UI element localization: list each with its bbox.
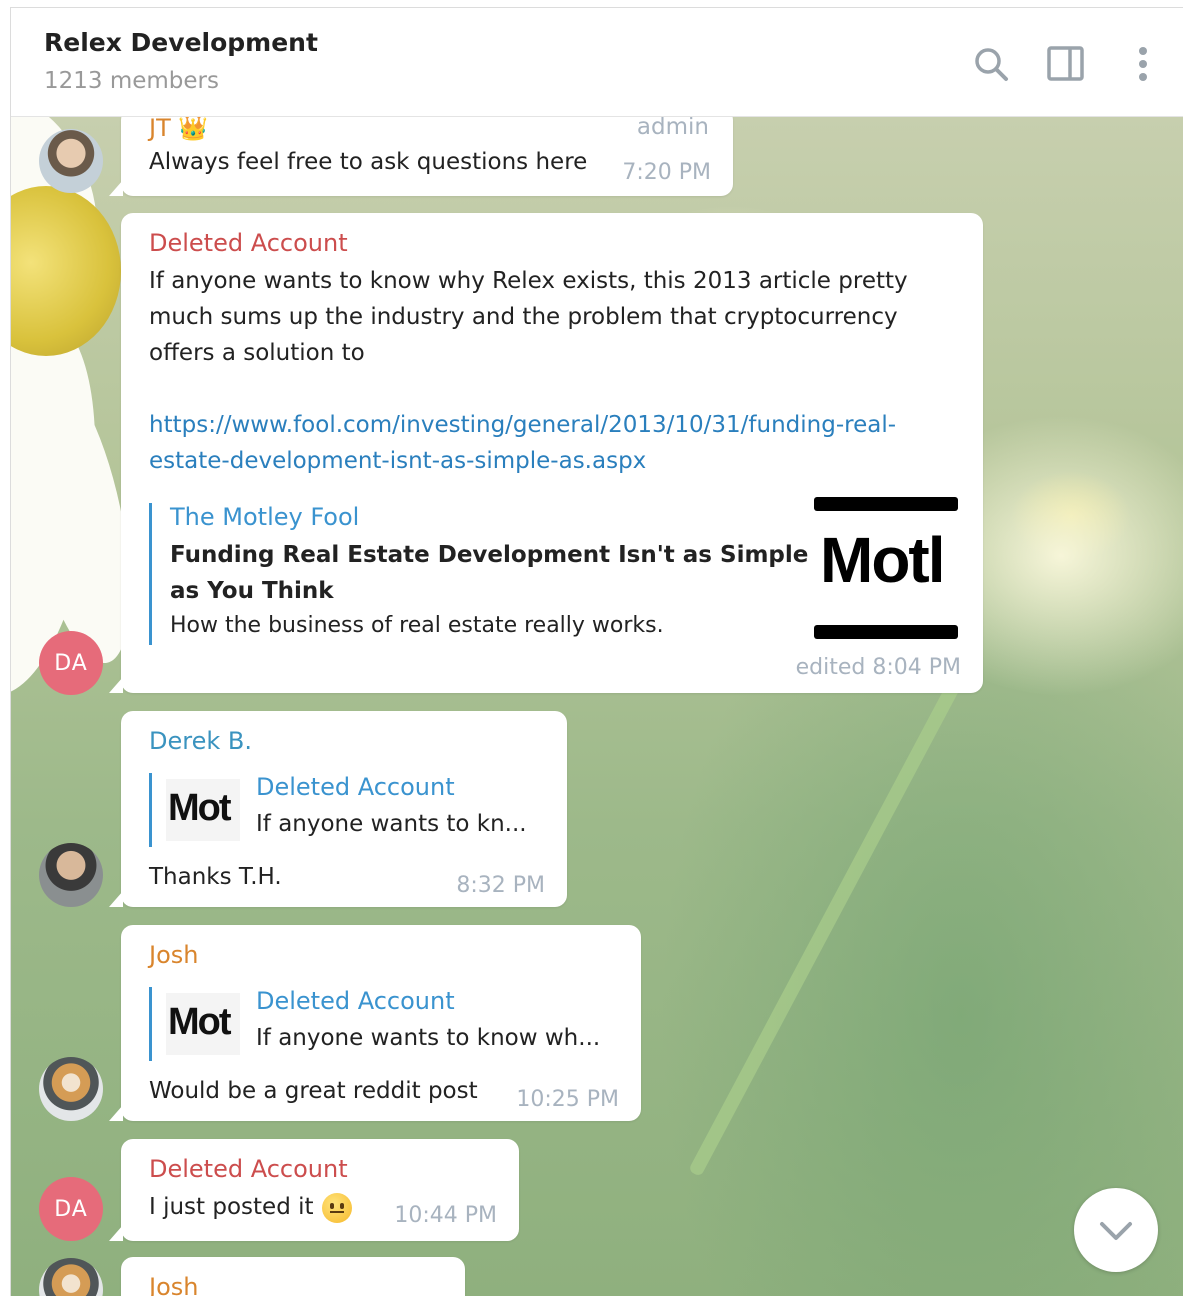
reply-thumbnail-text: Mot [168, 1001, 232, 1043]
slightly-smiling-face-emoji [321, 1192, 352, 1223]
message-time: edited 8:04 PM [795, 655, 961, 680]
member-count[interactable]: 1213 members [44, 68, 219, 94]
message-time: 10:44 PM [394, 1203, 497, 1228]
thumbnail-bar [814, 497, 958, 511]
sender-name[interactable]: Derek B. [149, 727, 252, 755]
avatar-initials[interactable]: DA [39, 631, 103, 695]
wallpaper-flower-center [11, 186, 121, 356]
avatar[interactable] [39, 1057, 103, 1121]
avatar-initials[interactable]: DA [39, 1177, 103, 1241]
message-text: I just posted it [149, 1189, 352, 1225]
reply-thumbnail: Mot [166, 779, 240, 841]
message-text: Thanks T.H. [149, 864, 282, 890]
link-line[interactable]: estate-development-isnt-as-simple-as.asp… [149, 443, 896, 479]
chevron-down-icon [1100, 1222, 1132, 1240]
message-text-line: If anyone wants to know why Relex exists… [149, 268, 908, 294]
sender-name[interactable]: Deleted Account [149, 1155, 348, 1183]
preview-thumbnail[interactable]: Motl [814, 497, 964, 647]
thumbnail-logo: Motl [820, 524, 945, 596]
message-text: If anyone wants to know why Relex exists… [149, 263, 908, 371]
avatar[interactable] [39, 843, 103, 907]
preview-title: Funding Real Estate Development Isn't as… [170, 537, 808, 609]
link-line[interactable]: https://www.fool.com/investing/general/2… [149, 407, 896, 443]
thumbnail-bar [814, 625, 958, 639]
message-bubble: Josh Mot Deleted Account If anyone wants… [121, 925, 641, 1121]
reply-text: If anyone wants to know wh... [256, 1025, 601, 1051]
reply-quote[interactable]: Mot Deleted Account If anyone wants to k… [149, 773, 552, 847]
chat-header: Relex Development 1213 members [11, 8, 1183, 117]
preview-title-line: Funding Real Estate Development Isn't as… [170, 542, 809, 568]
message-bubble: Deleted Account I just posted it 10:44 P… [121, 1139, 519, 1241]
wallpaper-stem [688, 676, 964, 1178]
sender-name[interactable]: Deleted Account [149, 229, 348, 257]
message-text-line: much sums up the industry and the proble… [149, 304, 898, 330]
reply-thumbnail-text: Mot [168, 787, 232, 829]
message-bubble: Deleted Account If anyone wants to know … [121, 213, 983, 693]
more-vertical-icon[interactable] [1123, 44, 1163, 84]
message-text-line: offers a solution to [149, 340, 365, 366]
message-time: 10:25 PM [516, 1087, 619, 1112]
message-time: 7:20 PM [622, 160, 711, 185]
message-bubble: Derek B. Mot Deleted Account If anyone w… [121, 711, 567, 907]
reply-thumbnail: Mot [166, 993, 240, 1055]
chat-title[interactable]: Relex Development [44, 28, 318, 57]
message-time: 8:32 PM [456, 873, 545, 898]
preview-title-line: as You Think [170, 578, 334, 604]
message-text: Would be a great reddit post [149, 1078, 478, 1104]
reply-sender: Deleted Account [256, 773, 455, 801]
message-text: Always feel free to ask questions here [149, 149, 588, 175]
message-bubble: JT 👑 admin Always feel free to ask quest… [121, 108, 733, 196]
avatar[interactable] [39, 129, 103, 193]
reply-sender: Deleted Account [256, 987, 455, 1015]
chat-window: Relex Development 1213 members JT 👑 admi… [10, 7, 1183, 1296]
sender-name[interactable]: Josh [149, 1273, 198, 1296]
sender-name[interactable]: JT 👑 [149, 114, 208, 142]
preview-description: How the business of real estate really w… [170, 613, 664, 638]
sidebar-toggle-icon[interactable] [1046, 44, 1086, 84]
admin-badge: admin [636, 114, 709, 140]
search-icon[interactable] [971, 44, 1011, 84]
scroll-to-bottom-button[interactable] [1074, 1188, 1158, 1272]
message-bubble: Josh [121, 1257, 465, 1296]
reply-text: If anyone wants to kn... [256, 811, 527, 837]
message-text-content: I just posted it [149, 1194, 314, 1220]
preview-site-name: The Motley Fool [170, 503, 360, 531]
link-preview[interactable]: The Motley Fool Funding Real Estate Deve… [149, 497, 972, 647]
reply-quote[interactable]: Mot Deleted Account If anyone wants to k… [149, 987, 622, 1061]
message-link[interactable]: https://www.fool.com/investing/general/2… [149, 407, 896, 479]
sender-name[interactable]: Josh [149, 941, 198, 969]
